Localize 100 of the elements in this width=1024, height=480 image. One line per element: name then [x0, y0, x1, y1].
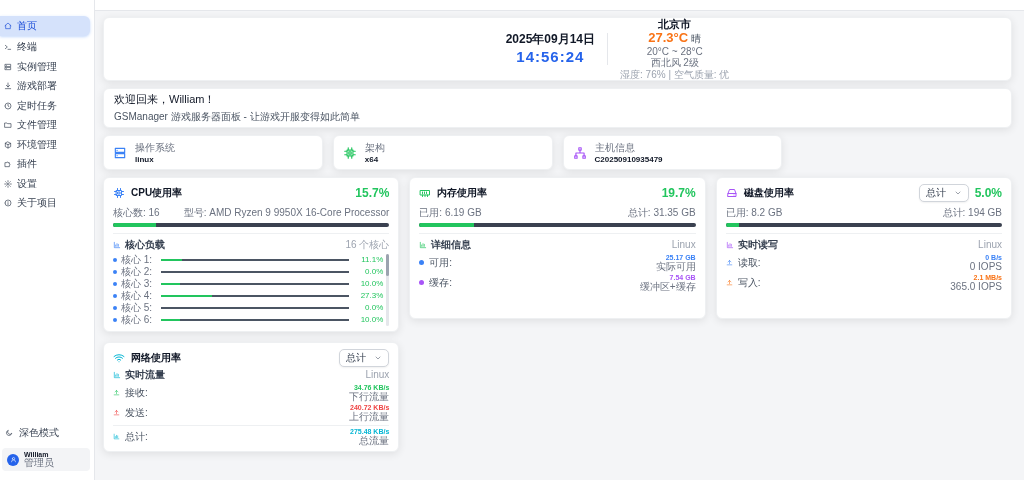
core-percent: 0.0%	[364, 267, 384, 276]
stat-note: 上行流量	[349, 410, 390, 422]
info-label: 架构	[364, 141, 385, 155]
server-icon	[4, 62, 12, 71]
range-dropdown[interactable]: 总计	[339, 348, 390, 367]
clock-icon	[4, 101, 12, 110]
stat-label: 写入:	[737, 275, 762, 290]
wind-text: 西北风 2级	[650, 57, 699, 69]
chevron-down-icon	[953, 189, 962, 197]
scrollbar[interactable]	[386, 253, 390, 326]
upload-icon	[725, 259, 733, 266]
core-dot	[113, 269, 117, 274]
home-icon	[4, 22, 12, 30]
cpu-percent: 15.7%	[355, 186, 390, 200]
range-dropdown[interactable]: 总计	[918, 184, 969, 202]
core-label: 核心 5:	[121, 301, 154, 314]
weather-condition: 晴	[691, 31, 702, 46]
info-label: 主机信息	[594, 141, 636, 155]
stat-label: 发送:	[125, 405, 149, 420]
moon-icon	[5, 429, 13, 437]
core-label: 核心 1:	[121, 253, 154, 266]
usage-label: 已用: 8.2 GB	[725, 206, 783, 220]
upload-icon	[725, 279, 733, 286]
info-icon	[4, 199, 12, 208]
core-dot	[113, 257, 117, 262]
stat-note: 总流量	[359, 434, 390, 446]
settings-icon	[4, 179, 12, 188]
disk-title: 磁盘使用率	[743, 186, 795, 200]
city-name: 北京市	[658, 17, 692, 30]
nav-item[interactable]: 设置	[0, 175, 90, 192]
stat-label: 缓存:	[429, 275, 454, 290]
stat-note: 缓冲区+缓存	[639, 280, 696, 292]
nav-item[interactable]: 关于项目	[0, 195, 90, 212]
nav-item[interactable]: 文件管理	[0, 117, 90, 134]
nav-item[interactable]: 游戏部署	[0, 78, 90, 95]
info-value: linux	[135, 155, 155, 164]
chip-icon	[342, 145, 357, 160]
section-title: 详细信息	[431, 237, 473, 252]
network-title: 网络使用率	[131, 350, 182, 365]
core-percent: 0.0%	[364, 303, 384, 312]
disk-percent: 5.0%	[974, 186, 1002, 200]
section-note: 16 个核心	[345, 237, 390, 252]
core-percent: 11.1%	[360, 255, 384, 264]
section-title: 实时读写	[737, 237, 779, 252]
server-icon	[113, 145, 127, 160]
stat-note: 实际可用	[655, 260, 696, 272]
chip-icon	[113, 187, 125, 199]
total-label: 总计: 194 GB	[942, 206, 1002, 220]
section-note: Linux	[671, 239, 696, 250]
info-label: 操作系统	[135, 141, 175, 155]
stat-label: 总计:	[125, 429, 149, 444]
temperature-range: 20°C ~ 28°C	[646, 45, 703, 57]
memory-title: 内存使用率	[437, 186, 489, 200]
stat-note: 0 IOPS	[969, 260, 1002, 272]
core-percent: 27.3%	[359, 291, 384, 300]
core-label: 核心 3:	[121, 277, 154, 290]
usage-label: 已用: 6.19 GB	[419, 206, 482, 220]
stat-label: 接收:	[125, 385, 149, 400]
download-icon	[4, 82, 12, 91]
temperature: 27.3°C	[648, 29, 689, 45]
dark-mode-toggle[interactable]: 深色模式	[0, 426, 90, 440]
user-role: 管理员	[24, 458, 54, 468]
core-percent: 10.0%	[359, 315, 384, 324]
upload-icon	[113, 389, 120, 396]
core-label: 核心 2:	[121, 265, 154, 278]
section-note: Linux	[365, 369, 390, 380]
core-dot	[113, 293, 117, 298]
welcome-subtitle: GSManager 游戏服务器面板 - 让游戏开服变得如此简单	[114, 110, 361, 124]
stat-label: 读取:	[737, 255, 762, 270]
core-percent: 10.0%	[359, 279, 384, 288]
stat-label: 可用:	[429, 255, 454, 270]
bar-chart-icon	[725, 240, 734, 249]
welcome-title: 欢迎回来，William！	[114, 92, 217, 107]
cpu-title: CPU使用率	[131, 186, 184, 200]
nav-item[interactable]: 插件	[0, 156, 90, 173]
info-value: x64	[364, 155, 380, 164]
date-text: 2025年09月14日	[505, 32, 596, 47]
stat-note: 下行流量	[349, 390, 390, 402]
terminal-icon	[4, 43, 12, 52]
nav-item[interactable]: 定时任务	[0, 97, 90, 114]
core-dot	[113, 281, 117, 286]
stat-note: 365.0 IOPS	[950, 280, 1002, 292]
nav-item[interactable]: 终端	[0, 39, 90, 56]
nav-item[interactable]: 实例管理	[0, 58, 90, 75]
bar-chart-icon	[419, 240, 428, 249]
core-label: 核心 6:	[121, 313, 154, 326]
total-label: 型号: AMD Ryzen 9 9950X 16-Core Processor	[183, 206, 390, 220]
core-label: 核心 4:	[121, 289, 154, 302]
bar-chart-icon	[113, 240, 121, 249]
network-icon	[572, 145, 587, 160]
memory-percent: 19.7%	[661, 186, 696, 200]
total-label: 总计: 31.35 GB	[627, 206, 696, 220]
bar-chart-icon	[113, 433, 120, 440]
section-title: 核心负载	[125, 237, 166, 252]
core-dot	[113, 305, 117, 310]
wifi-icon	[113, 351, 125, 364]
nav-item[interactable]: 环境管理	[0, 136, 90, 153]
cube-icon	[4, 140, 12, 149]
bar-chart-icon	[113, 370, 121, 379]
nav-item[interactable]: 首页	[0, 16, 90, 36]
